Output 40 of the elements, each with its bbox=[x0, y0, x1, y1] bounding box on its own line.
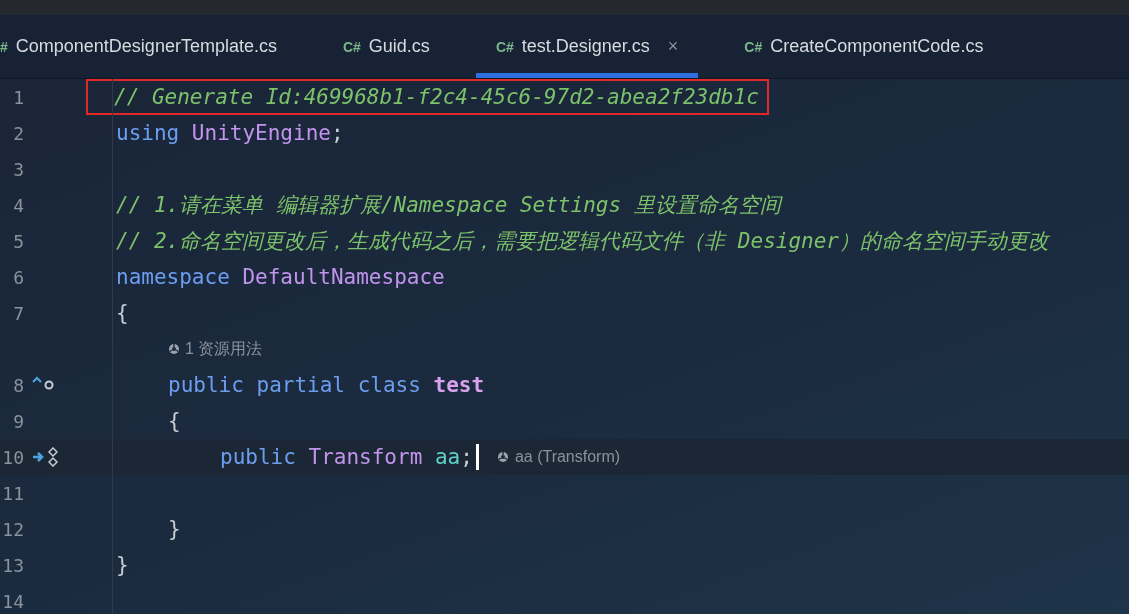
code-line: { bbox=[168, 409, 181, 433]
line-number: 12 bbox=[1, 518, 24, 540]
code-line: // 1.请在菜单 编辑器扩展/Namespace Settings 里设置命名空间 bbox=[116, 192, 781, 219]
code-line: public partial class test bbox=[168, 373, 485, 397]
line-number: 8 bbox=[12, 374, 24, 396]
usage-hint[interactable]: 1 资源用法 bbox=[168, 338, 263, 360]
file-tab[interactable]: C# Guid.cs bbox=[309, 15, 463, 78]
line-number: 10 bbox=[1, 446, 24, 468]
line-number: 13 bbox=[1, 554, 24, 576]
code-line: // Generate Id:469968b1-f2c4-45c6-97d2-abea2f23db1c bbox=[114, 85, 759, 109]
file-tab[interactable]: # ComponentDesignerTemplate.cs bbox=[0, 15, 310, 78]
file-tab[interactable]: C# CreateComponentCode.cs bbox=[711, 15, 1017, 78]
usage-count[interactable]: 1 资源用法 bbox=[185, 338, 263, 360]
line-number: 3 bbox=[12, 158, 24, 180]
line-number: 5 bbox=[12, 230, 24, 252]
code-line: } bbox=[168, 517, 181, 541]
text-caret bbox=[475, 444, 479, 470]
line-number: 4 bbox=[12, 194, 24, 216]
line-number: 2 bbox=[12, 122, 24, 144]
circle-icon[interactable] bbox=[44, 380, 54, 390]
line-number: 14 bbox=[1, 590, 24, 612]
caret-up-icon[interactable] bbox=[32, 376, 42, 383]
csharp-file-icon: # bbox=[0, 38, 8, 55]
code-line: } bbox=[116, 553, 129, 577]
line-number: 11 bbox=[1, 482, 24, 504]
csharp-file-icon: C# bbox=[495, 38, 514, 55]
code-line: // 2.命名空间更改后，生成代码之后，需要把逻辑代码文件（非 Designer）的命名空间手动更改 bbox=[116, 228, 1049, 255]
arrow-right-icon[interactable] bbox=[32, 451, 46, 463]
line-number: 1 bbox=[12, 86, 24, 108]
csharp-file-icon: C# bbox=[342, 38, 361, 55]
code-line: namespace DefaultNamespace bbox=[116, 265, 445, 289]
line-number: 6 bbox=[12, 266, 24, 288]
close-icon[interactable]: × bbox=[667, 36, 679, 57]
line-number: 9 bbox=[12, 410, 24, 432]
line-number: 7 bbox=[12, 302, 24, 324]
code-line: public Transform aa; bbox=[220, 445, 473, 469]
type-hint: aa (Transform) bbox=[514, 448, 621, 466]
code-line: using UnityEngine; bbox=[116, 121, 344, 145]
csharp-file-icon: C# bbox=[744, 38, 763, 55]
code-line: { bbox=[116, 301, 129, 325]
